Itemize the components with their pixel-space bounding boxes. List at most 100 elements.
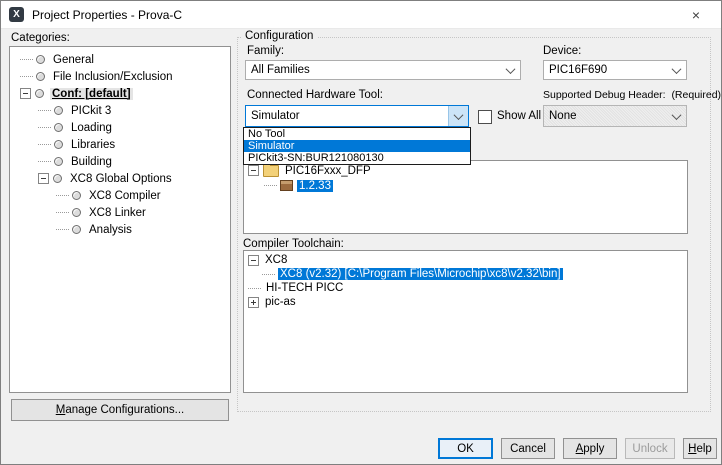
tree-connector — [248, 288, 261, 289]
tree-connector — [56, 212, 69, 213]
tree-item-label[interactable]: Libraries — [69, 139, 117, 151]
collapse-minus-icon[interactable] — [248, 255, 259, 266]
tree-item[interactable]: XC8 Compiler — [10, 187, 230, 204]
tree-item-label[interactable]: XC8 (v2.32) [C:\Program Files\Microchip\… — [278, 268, 563, 280]
tree-item[interactable]: Conf: [default] — [10, 85, 230, 102]
show-all-checkbox[interactable] — [478, 110, 492, 124]
tree-item[interactable]: File Inclusion/Exclusion — [10, 68, 230, 85]
titlebar: X Project Properties - Prova-C × — [1, 1, 721, 29]
tree-connector — [38, 144, 51, 145]
expand-plus-icon[interactable] — [248, 297, 259, 308]
hardware-tool-value: Simulator — [246, 110, 448, 122]
tree-item[interactable]: Libraries — [10, 136, 230, 153]
configuration-group-label: Configuration — [241, 30, 317, 42]
tree-item[interactable]: PICkit 3 — [10, 102, 230, 119]
apply-button[interactable]: Apply — [563, 438, 617, 459]
tree-item[interactable]: Building — [10, 153, 230, 170]
tree-item-label[interactable]: PICkit 3 — [69, 105, 113, 117]
tree-item[interactable]: XC8 — [244, 253, 687, 267]
tree-item-label[interactable]: XC8 Compiler — [87, 190, 163, 202]
chevron-down-icon[interactable] — [448, 106, 468, 126]
family-combobox[interactable]: All Families — [245, 60, 521, 80]
compiler-toolchain-label: Compiler Toolchain: — [243, 238, 344, 250]
help-button[interactable]: Help — [683, 438, 717, 459]
tree-item-label[interactable]: File Inclusion/Exclusion — [51, 71, 175, 83]
tree-item[interactable]: pic-as — [244, 295, 687, 309]
circle-icon — [54, 106, 63, 115]
project-properties-dialog: X Project Properties - Prova-C × Categor… — [0, 0, 722, 465]
tree-item[interactable]: XC8 Global Options — [10, 170, 230, 187]
tree-item-label[interactable]: XC8 Global Options — [68, 173, 174, 185]
tree-item-label[interactable]: Analysis — [87, 224, 134, 236]
hardware-tool-label: Connected Hardware Tool: — [247, 89, 383, 101]
tree-item[interactable]: PIC16Fxxx_DFP — [244, 163, 687, 178]
tree-item-label[interactable]: pic-as — [263, 296, 298, 308]
window-title: Project Properties - Prova-C — [32, 8, 182, 22]
device-value: PIC16F690 — [544, 64, 667, 76]
debug-header-value: None — [544, 110, 667, 122]
circle-icon — [54, 157, 63, 166]
tree-item-label[interactable]: XC8 Linker — [87, 207, 148, 219]
tree-connector — [38, 110, 51, 111]
tree-item[interactable]: 1.2.33 — [244, 178, 687, 193]
show-all-label: Show All — [497, 110, 541, 122]
tree-item[interactable]: HI-TECH PICC — [244, 281, 687, 295]
circle-icon — [54, 140, 63, 149]
tree-item-label[interactable]: Conf: [default] — [50, 88, 133, 100]
circle-icon — [36, 72, 45, 81]
tree-connector — [56, 229, 69, 230]
chevron-down-icon — [667, 106, 686, 126]
tree-item-label[interactable]: General — [51, 54, 96, 66]
collapse-minus-icon[interactable] — [38, 173, 49, 184]
collapse-minus-icon[interactable] — [20, 88, 31, 99]
debug-header-label: Supported Debug Header: (Required) — [543, 89, 721, 101]
categories-label: Categories: — [11, 32, 70, 44]
dropdown-option[interactable]: PICkit3-SN:BUR121080130 — [244, 152, 470, 164]
device-label: Device: — [543, 45, 581, 57]
debug-header-combobox: None — [543, 105, 687, 127]
device-packs-panel: PIC16Fxxx_DFP 1.2.33 — [243, 160, 688, 234]
tree-connector — [20, 59, 33, 60]
circle-icon — [54, 123, 63, 132]
package-icon — [280, 180, 293, 191]
dropdown-option[interactable]: Simulator — [244, 140, 470, 152]
tree-item-label[interactable]: HI-TECH PICC — [264, 282, 345, 294]
tree-connector — [262, 274, 275, 275]
tree-item[interactable]: Analysis — [10, 221, 230, 238]
tree-connector — [38, 127, 51, 128]
tree-item-label[interactable]: Loading — [69, 122, 114, 134]
tree-item[interactable]: General — [10, 51, 230, 68]
family-label: Family: — [247, 45, 284, 57]
cancel-button[interactable]: Cancel — [501, 438, 555, 459]
tree-item-label[interactable]: 1.2.33 — [297, 180, 333, 192]
dropdown-option[interactable]: No Tool — [244, 128, 470, 140]
unlock-button: Unlock — [625, 438, 675, 459]
tree-item-label[interactable]: Building — [69, 156, 114, 168]
hardware-tool-dropdown-list: No ToolSimulatorPICkit3-SN:BUR121080130 — [243, 127, 471, 165]
manage-configurations-button[interactable]: Manage Configurations... — [11, 399, 229, 421]
circle-icon — [72, 225, 81, 234]
circle-icon — [72, 191, 81, 200]
circle-icon — [72, 208, 81, 217]
close-icon[interactable]: × — [679, 1, 713, 28]
compiler-toolchain-panel: XC8 XC8 (v2.32) [C:\Program Files\Microch… — [243, 250, 688, 393]
circle-icon — [35, 89, 44, 98]
circle-icon — [36, 55, 45, 64]
categories-tree-panel: General File Inclusion/Exclusion Conf: [de… — [9, 46, 231, 393]
collapse-minus-icon[interactable] — [248, 165, 259, 176]
chevron-down-icon[interactable] — [501, 61, 520, 79]
folder-icon — [263, 165, 279, 177]
device-combobox[interactable]: PIC16F690 — [543, 60, 687, 80]
ok-button[interactable]: OK — [438, 438, 493, 459]
hardware-tool-combobox[interactable]: Simulator — [245, 105, 469, 127]
tree-connector — [38, 161, 51, 162]
tree-item[interactable]: XC8 Linker — [10, 204, 230, 221]
tree-item[interactable]: XC8 (v2.32) [C:\Program Files\Microchip\… — [244, 267, 687, 281]
tree-connector — [56, 195, 69, 196]
tree-connector — [264, 185, 277, 186]
mplab-x-app-icon: X — [9, 7, 24, 22]
tree-item-label[interactable]: XC8 — [263, 254, 289, 266]
tree-item-label[interactable]: PIC16Fxxx_DFP — [283, 165, 373, 177]
chevron-down-icon[interactable] — [667, 61, 686, 79]
tree-item[interactable]: Loading — [10, 119, 230, 136]
